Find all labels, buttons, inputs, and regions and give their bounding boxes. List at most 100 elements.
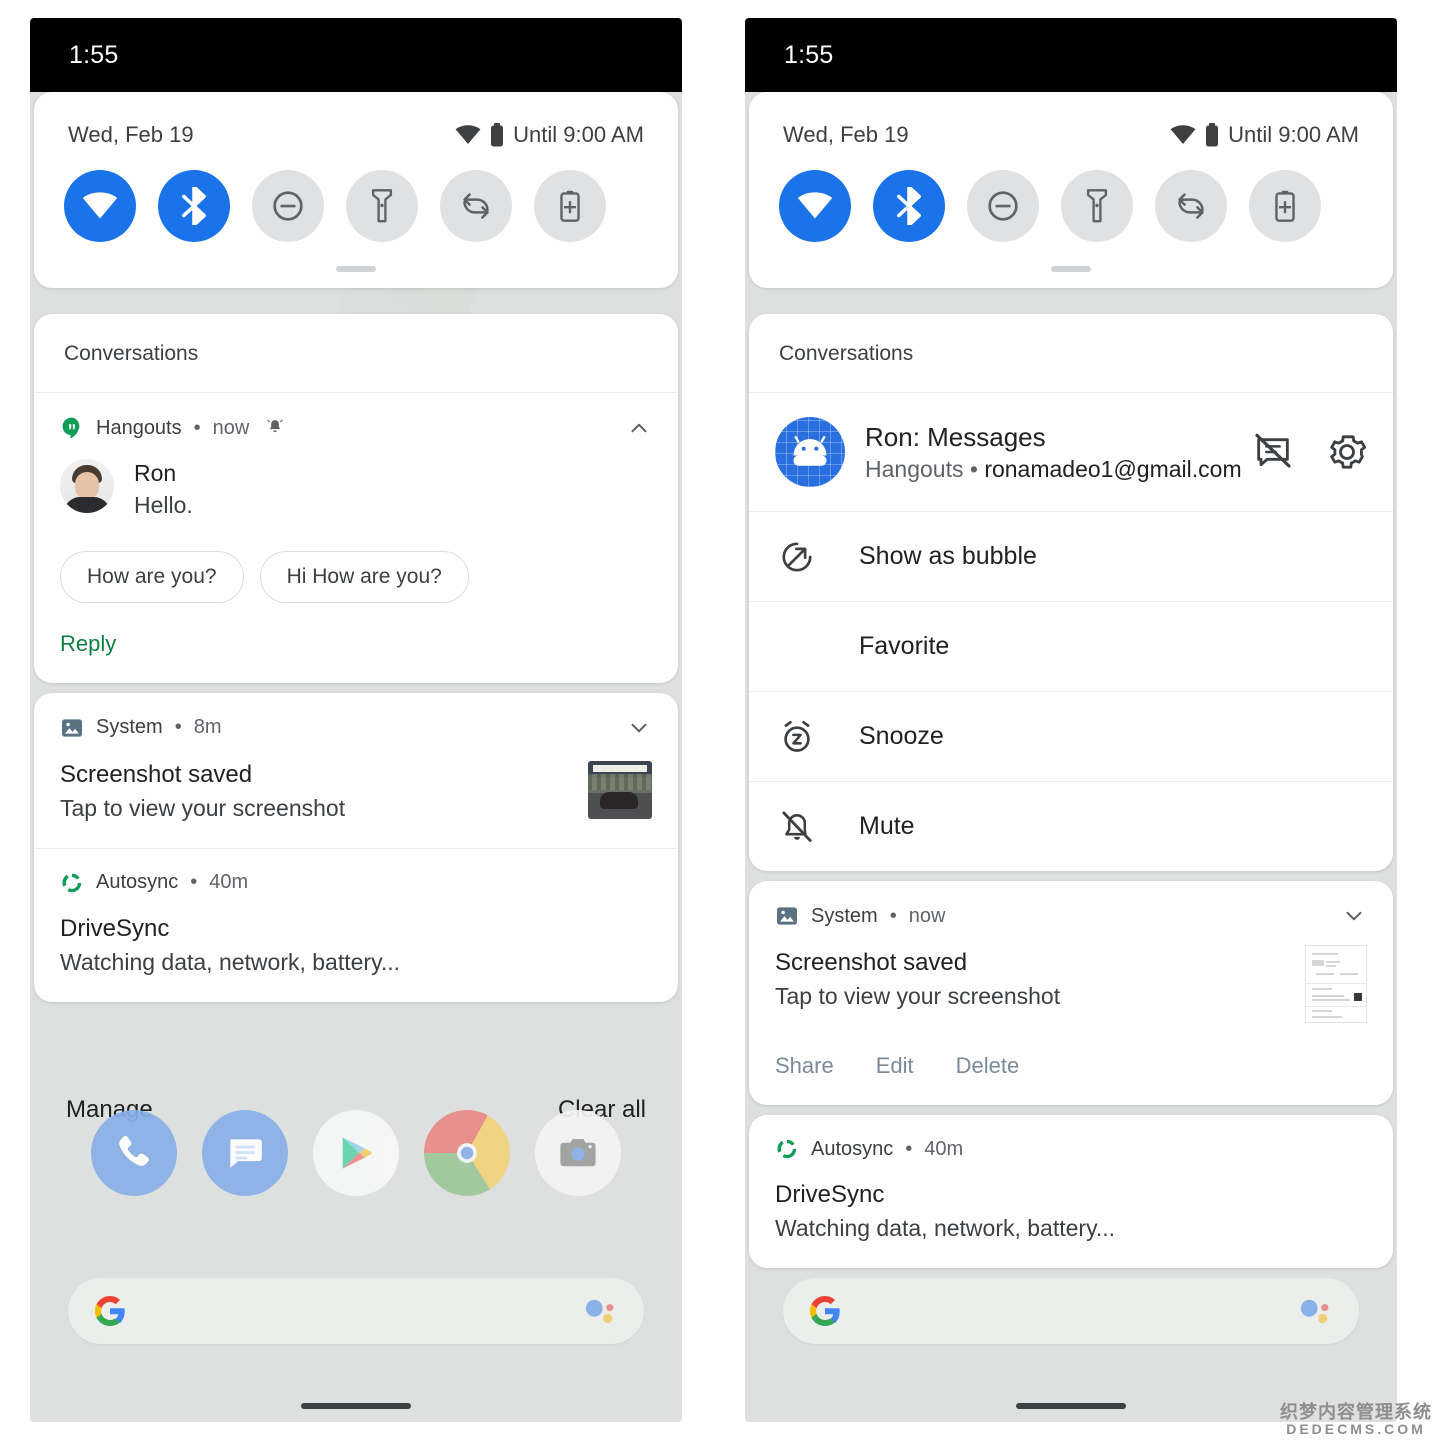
thumbnail-line (1326, 961, 1340, 963)
screenshot-notification-card: System • now Screenshot saved Tap to vie… (749, 881, 1393, 1105)
message-body: Hello. (134, 491, 193, 518)
battery-saver-icon (559, 190, 581, 222)
google-search-bar[interactable] (783, 1278, 1359, 1344)
avatar (775, 417, 845, 487)
screenshot-thumbnail[interactable] (1305, 945, 1367, 1023)
notification-time: 40m (924, 1137, 964, 1160)
tile-battery-saver[interactable] (1249, 170, 1321, 242)
notification-app-name: System (811, 904, 878, 927)
google-search-bar[interactable] (68, 1278, 644, 1344)
assistant-icon[interactable] (1297, 1294, 1335, 1328)
dock-app-play-store[interactable] (312, 1110, 399, 1196)
autosync-notification[interactable]: Autosync • 40m DriveSync Watching data, … (749, 1115, 1393, 1268)
screenshot-notification[interactable]: System • 8m Screenshot saved Tap to view… (34, 693, 678, 848)
notification-texts: Screenshot saved Tap to view your screen… (775, 929, 1287, 1010)
battery-icon (490, 123, 504, 147)
thumbnail-line (1312, 1010, 1332, 1012)
notification-time: now (908, 904, 946, 927)
qs-status-group: Until 9:00 AM (1170, 122, 1359, 148)
autosync-icon (775, 1137, 799, 1161)
notification-header: System • now (775, 903, 1367, 929)
snooze-icon (775, 719, 819, 755)
conversation-notification[interactable]: Hangouts • now Ron Hello. How are you? H… (34, 393, 678, 683)
dock-app-chrome[interactable] (424, 1110, 511, 1196)
bell-ringing-icon (265, 418, 285, 438)
notification-title: DriveSync (60, 914, 170, 942)
menu-item-mute[interactable]: Mute (749, 781, 1393, 871)
message-row: Ron Hello. (60, 459, 652, 521)
status-bar: 1:55 (30, 18, 682, 92)
tile-bluetooth[interactable] (873, 170, 945, 242)
screenshot-canvas: 1:55 Wed, Feb 19 Until 9:00 AM Conversat… (0, 0, 1440, 1443)
conversation-menu-icons (1253, 432, 1367, 472)
battery-icon (1205, 123, 1219, 147)
quick-settings-drag-handle[interactable] (336, 266, 376, 272)
tile-auto-rotate[interactable] (1155, 170, 1227, 242)
tile-battery-saver[interactable] (534, 170, 606, 242)
share-button[interactable]: Share (775, 1053, 834, 1079)
notification-time: 8m (193, 716, 222, 739)
chevron-down-icon[interactable] (1341, 903, 1367, 929)
notification-separator: • (193, 416, 201, 439)
conversations-section-header: Conversations (34, 314, 678, 393)
avatar (60, 459, 114, 513)
menu-item-snooze[interactable]: Snooze (749, 691, 1393, 781)
notification-body: Watching data, network, battery... (775, 1215, 1116, 1241)
smart-reply-chip-2[interactable]: Hi How are you? (259, 550, 469, 603)
camera-icon (556, 1131, 600, 1175)
thumbnail-car (600, 791, 638, 809)
dock-app-messages[interactable] (201, 1110, 288, 1196)
qs-date: Wed, Feb 19 (783, 122, 909, 147)
reply-button[interactable]: Reply (60, 631, 652, 657)
thumbnail-line (1312, 999, 1350, 1001)
tile-wifi[interactable] (64, 170, 136, 242)
bell-off-icon (775, 809, 819, 845)
phone-icon (111, 1130, 157, 1176)
thumbnail-line (1312, 960, 1324, 966)
menu-item-label: Favorite (859, 632, 950, 660)
notification-title: Screenshot saved (60, 760, 253, 788)
dock-app-phone[interactable] (90, 1110, 177, 1196)
conversation-off-icon[interactable] (1253, 432, 1293, 472)
chevron-up-icon[interactable] (626, 415, 652, 441)
screenshot-notification[interactable]: System • now Screenshot saved Tap to vie… (749, 881, 1393, 1105)
gear-icon[interactable] (1327, 432, 1367, 472)
tile-do-not-disturb[interactable] (967, 170, 1039, 242)
flashlight-icon (1086, 189, 1108, 223)
navigation-bar-handle[interactable] (301, 1403, 411, 1409)
delete-button[interactable]: Delete (956, 1053, 1020, 1079)
edit-button[interactable]: Edit (876, 1053, 914, 1079)
tile-flashlight[interactable] (1061, 170, 1133, 242)
tile-flashlight[interactable] (346, 170, 418, 242)
navigation-bar-handle[interactable] (1016, 1403, 1126, 1409)
chevron-down-icon[interactable] (626, 715, 652, 741)
notification-shade-left: Conversations Hangouts • now Ron Hello. … (34, 314, 678, 1012)
thumbnail-divider (1306, 983, 1366, 984)
menu-item-show-as-bubble[interactable]: Show as bubble (749, 511, 1393, 601)
screenshot-thumbnail[interactable] (588, 760, 652, 819)
tile-bluetooth[interactable] (158, 170, 230, 242)
tile-do-not-disturb[interactable] (252, 170, 324, 242)
quick-settings-header: Wed, Feb 19 Until 9:00 AM (34, 92, 678, 148)
tile-auto-rotate[interactable] (440, 170, 512, 242)
quick-settings-drag-handle[interactable] (1051, 266, 1091, 272)
assistant-icon[interactable] (582, 1294, 620, 1328)
menu-item-favorite[interactable]: Favorite (749, 601, 1393, 691)
messages-icon (223, 1131, 267, 1175)
thumbnail-line (1312, 988, 1332, 990)
notification-header: System • 8m (60, 715, 652, 741)
qs-date: Wed, Feb 19 (68, 122, 194, 147)
dock-app-camera[interactable] (535, 1110, 622, 1196)
smart-reply-chip-1[interactable]: How are you? (60, 550, 244, 603)
notification-time: 40m (209, 871, 249, 894)
notification-app-name: Autosync (96, 871, 179, 894)
conversation-account: ronamadeo1@gmail.com (984, 455, 1242, 482)
autosync-notification[interactable]: Autosync • 40m DriveSync Watching data, … (34, 847, 678, 1002)
notification-title: DriveSync (775, 1181, 885, 1208)
google-logo-icon (92, 1293, 128, 1329)
notification-body: Tap to view your screenshot (60, 794, 346, 821)
thumbnail-line (1326, 965, 1336, 967)
bubble-icon (775, 539, 819, 575)
tile-wifi[interactable] (779, 170, 851, 242)
thumbnail-line (1312, 953, 1338, 955)
